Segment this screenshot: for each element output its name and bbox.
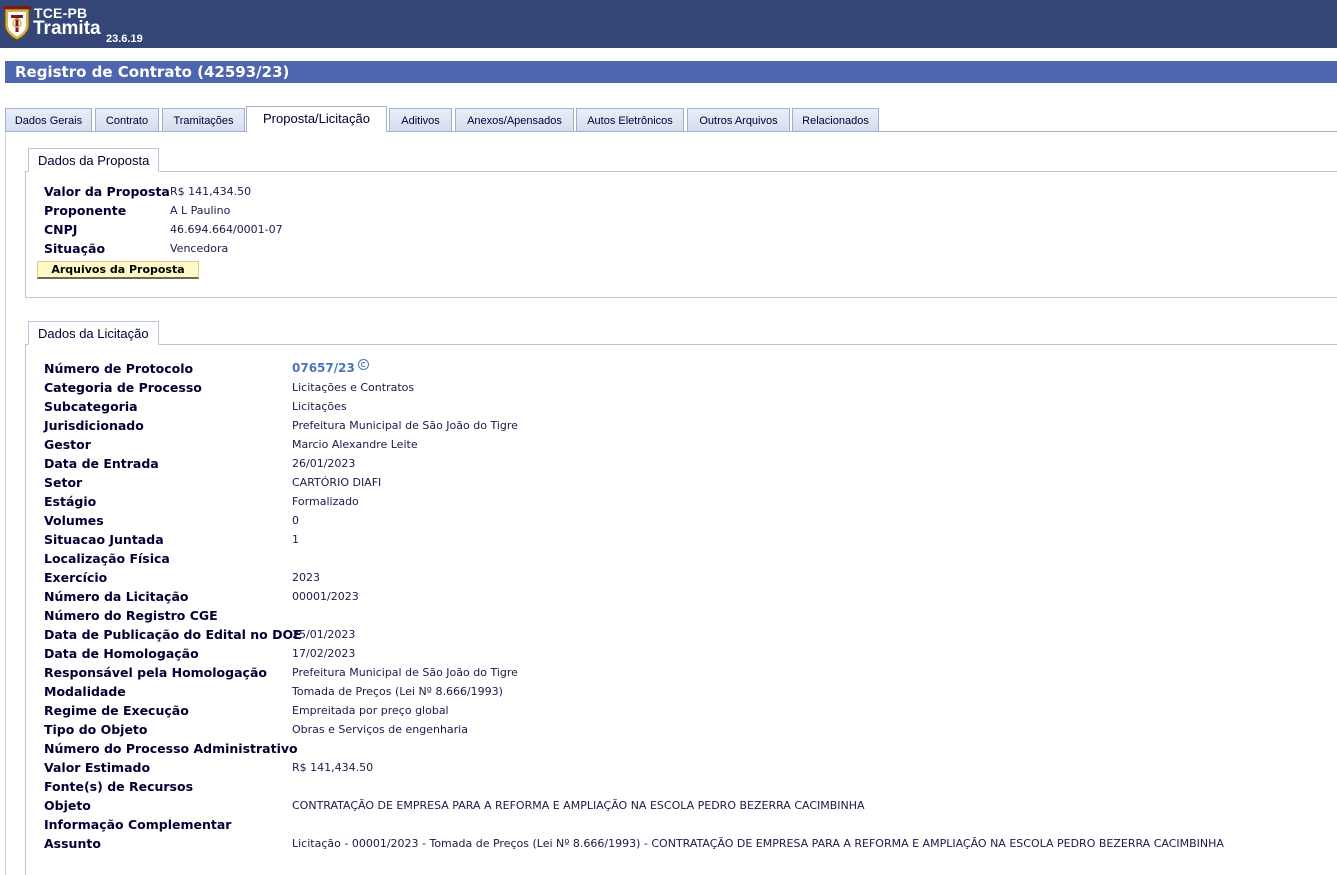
field-value: CARTÓRIO DIAFI (292, 476, 382, 489)
field-label: Exercício (44, 570, 108, 585)
field-value: 1 (292, 533, 299, 546)
protocolo-link[interactable]: 07657/23 (292, 361, 355, 375)
field-value: 0 (292, 514, 299, 527)
field-label: Situação (44, 241, 106, 256)
page-title: Registro de Contrato (42593/23) (15, 63, 290, 81)
field-value: Formalizado (292, 495, 359, 508)
field-label: Localização Física (44, 551, 170, 566)
tab-contrato[interactable]: Contrato (95, 108, 159, 131)
field-label: Estágio (44, 494, 97, 509)
tab-aditivos[interactable]: Aditivos (389, 108, 452, 131)
field-label: Categoria de Processo (44, 380, 202, 395)
page-title-bar: Registro de Contrato (42593/23) (5, 61, 1337, 83)
app-name: Tramita (33, 18, 101, 39)
field-label: Modalidade (44, 684, 126, 699)
field-value: 46.694.664/0001-07 (170, 223, 283, 236)
field-label: Objeto (44, 798, 91, 813)
field-label: Assunto (44, 836, 101, 851)
field-value: Licitação - 00001/2023 - Tomada de Preço… (292, 837, 1224, 850)
field-value: CONTRATAÇÃO DE EMPRESA PARA A REFORMA E … (292, 799, 865, 812)
tab-anexos-apensados[interactable]: Anexos/Apensados (455, 108, 574, 131)
field-label: Número do Processo Administrativo (44, 741, 298, 756)
field-value: 2023 (292, 571, 320, 584)
field-value: Empreitada por preço global (292, 704, 449, 717)
field-value: Licitações e Contratos (292, 381, 415, 394)
tab-relacionados[interactable]: Relacionados (792, 108, 879, 131)
electronic-process-icon[interactable] (357, 359, 369, 370)
field-value: Prefeitura Municipal de São João do Tigr… (292, 666, 518, 679)
field-label: Regime de Execução (44, 703, 189, 718)
field-value: Licitações (292, 400, 347, 413)
field-label: CNPJ (44, 222, 78, 237)
tab-outros-arquivos[interactable]: Outros Arquivos (687, 108, 790, 131)
app-version: 23.6.19 (106, 33, 143, 45)
field-label: Número de Protocolo (44, 361, 194, 376)
field-value: A L Paulino (170, 204, 231, 217)
arquivos-proposta-button[interactable]: Arquivos da Proposta (37, 261, 199, 279)
field-label: Situacao Juntada (44, 532, 164, 547)
app-header: TCE-PB Tramita 23.6.19 (0, 0, 1337, 48)
field-value: 26/01/2023 (292, 457, 356, 470)
field-label: Setor (44, 475, 83, 490)
tab-dados-gerais[interactable]: Dados Gerais (5, 108, 92, 131)
field-label: Proponente (44, 203, 127, 218)
field-label: Valor Estimado (44, 760, 151, 775)
field-label: Responsável pela Homologação (44, 665, 267, 680)
field-value: 00001/2023 (292, 590, 359, 603)
tce-crest-icon (3, 6, 31, 41)
field-value: Obras e Serviços de engenharia (292, 723, 468, 736)
tab-autos-eletronicos[interactable]: Autos Eletrônicos (576, 108, 684, 131)
field-label: Fonte(s) de Recursos (44, 779, 194, 794)
field-label: Número do Registro CGE (44, 608, 218, 623)
field-label: Jurisdicionado (44, 418, 144, 433)
licitacao-panel: Dados da Licitação Número de Protocolo 0… (25, 321, 1337, 875)
field-label: Data de Publicação do Edital no DOE (44, 627, 302, 642)
licitacao-panel-heading: Dados da Licitação (28, 321, 159, 345)
field-value: 25/01/2023 (292, 628, 356, 641)
field-value: Vencedora (170, 242, 229, 255)
field-label: Informação Complementar (44, 817, 232, 832)
field-label: Data de Homologação (44, 646, 199, 661)
proposta-panel: Dados da Proposta Valor da Proposta R$ 1… (25, 148, 1337, 298)
field-label: Gestor (44, 437, 91, 452)
tab-tramitacoes[interactable]: Tramitações (162, 108, 245, 131)
field-label: Valor da Proposta (44, 184, 170, 199)
field-value: 17/02/2023 (292, 647, 356, 660)
field-label: Volumes (44, 513, 104, 528)
field-value: Prefeitura Municipal de São João do Tigr… (292, 419, 518, 432)
field-value: R$ 141,434.50 (170, 185, 252, 198)
field-value: Marcio Alexandre Leite (292, 438, 418, 451)
field-value: R$ 141,434.50 (292, 761, 374, 774)
field-label: Número da Licitação (44, 589, 189, 604)
field-label: Data de Entrada (44, 456, 159, 471)
field-value: Tomada de Preços (Lei Nº 8.666/1993) (292, 685, 503, 698)
field-label: Subcategoria (44, 399, 138, 414)
proposta-panel-heading: Dados da Proposta (28, 148, 160, 172)
field-label: Tipo do Objeto (44, 722, 148, 737)
tab-proposta-licitacao[interactable]: Proposta/Licitação (246, 106, 387, 132)
